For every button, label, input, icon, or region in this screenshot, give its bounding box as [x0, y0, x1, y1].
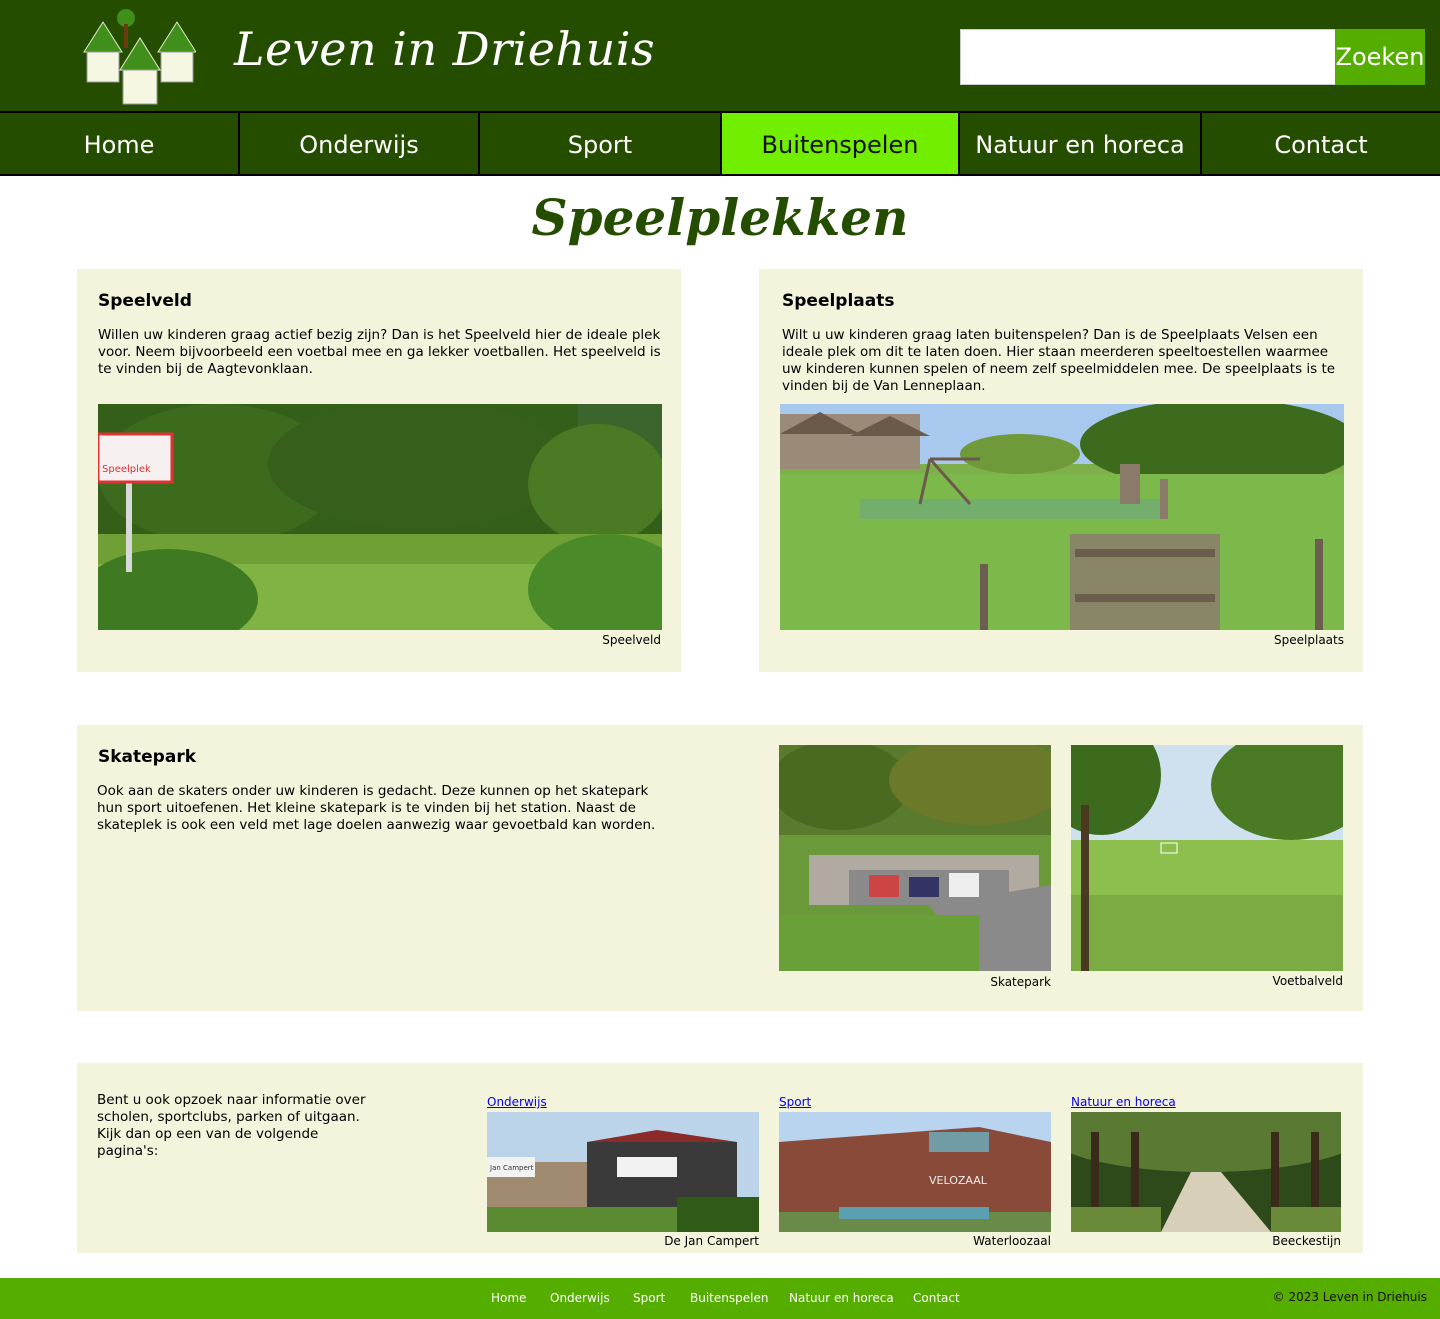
- site-header: Leven in Driehuis Zoeken: [0, 0, 1440, 111]
- speelplaats-caption: Speelplaats: [1274, 633, 1344, 647]
- speelveld-caption: Speelveld: [602, 633, 661, 647]
- speelplaats-photo: [780, 404, 1344, 630]
- speelplaats-card: Speelplaats Wilt u uw kinderen graag lat…: [759, 269, 1363, 672]
- nav-item-sport[interactable]: Sport: [480, 113, 722, 176]
- footer-link-home[interactable]: Home: [491, 1291, 526, 1305]
- speelveld-card: Speelveld Willen uw kinderen graag actie…: [77, 269, 681, 672]
- speelplaats-text: Wilt u uw kinderen graag laten buitenspe…: [782, 327, 1336, 394]
- speelveld-text: Willen uw kinderen graag actief bezig zi…: [98, 327, 661, 377]
- waterloozaal-sign-text: VELOZAAL: [929, 1174, 988, 1187]
- speelveld-photo: Speelplek: [98, 404, 662, 630]
- onderwijs-caption: De Jan Campert: [664, 1234, 759, 1248]
- speelplaats-heading: Speelplaats: [782, 291, 895, 311]
- skatepark-caption: Skatepark: [990, 975, 1051, 989]
- site-title[interactable]: Leven in Driehuis: [234, 22, 655, 76]
- link-sport[interactable]: Sport: [779, 1095, 811, 1109]
- footer-link-onderwijs[interactable]: Onderwijs: [550, 1291, 610, 1305]
- voetbalveld-photo: [1071, 745, 1343, 971]
- nav-item-natuur-en-horeca[interactable]: Natuur en horeca: [960, 113, 1202, 176]
- nav-item-contact[interactable]: Contact: [1202, 113, 1440, 176]
- copyright-text: © 2023 Leven in Driehuis: [1272, 1290, 1427, 1304]
- site-logo[interactable]: [82, 8, 197, 106]
- natuur-photo[interactable]: [1071, 1112, 1341, 1232]
- link-onderwijs[interactable]: Onderwijs: [487, 1095, 547, 1109]
- more-info-text: Bent u ook opzoek naar informatie over s…: [97, 1092, 366, 1159]
- jan-campert-sign-text: Jan Campert: [489, 1164, 534, 1172]
- footer-link-contact[interactable]: Contact: [913, 1291, 960, 1305]
- nav-item-buitenspelen[interactable]: Buitenspelen: [722, 113, 960, 176]
- search-button[interactable]: Zoeken: [1335, 29, 1425, 85]
- houses-logo-icon: [83, 9, 197, 105]
- skatepark-heading: Skatepark: [98, 747, 197, 767]
- onderwijs-photo[interactable]: Jan Campert: [487, 1112, 759, 1232]
- footer-link-natuur-en-horeca[interactable]: Natuur en horeca: [789, 1291, 894, 1305]
- natuur-caption: Beeckestijn: [1272, 1234, 1341, 1248]
- page-title: Speelplekken: [531, 188, 909, 247]
- skatepark-text: Ook aan de skaters onder uw kinderen is …: [97, 783, 656, 833]
- nav-item-onderwijs[interactable]: Onderwijs: [240, 113, 480, 176]
- search-input[interactable]: [960, 29, 1336, 85]
- nav-divider: [0, 174, 1440, 176]
- more-info-card: Bent u ook opzoek naar informatie over s…: [77, 1063, 1363, 1253]
- sport-caption: Waterloozaal: [973, 1234, 1051, 1248]
- nav-item-home[interactable]: Home: [0, 113, 240, 176]
- skatepark-card: Skatepark Ook aan de skaters onder uw ki…: [77, 725, 1363, 1011]
- site-footer: Home Onderwijs Sport Buitenspelen Natuur…: [0, 1278, 1440, 1319]
- footer-link-buitenspelen[interactable]: Buitenspelen: [690, 1291, 768, 1305]
- sport-photo[interactable]: VELOZAAL: [779, 1112, 1051, 1232]
- main-nav: Home Onderwijs Sport Buitenspelen Natuur…: [0, 111, 1440, 176]
- voetbalveld-caption: Voetbalveld: [1272, 974, 1343, 988]
- link-natuur-en-horeca[interactable]: Natuur en horeca: [1071, 1095, 1176, 1109]
- footer-link-sport[interactable]: Sport: [633, 1291, 665, 1305]
- skatepark-photo: [779, 745, 1051, 971]
- speelveld-heading: Speelveld: [98, 291, 192, 311]
- speelplek-sign-text: Speelplek: [102, 464, 151, 475]
